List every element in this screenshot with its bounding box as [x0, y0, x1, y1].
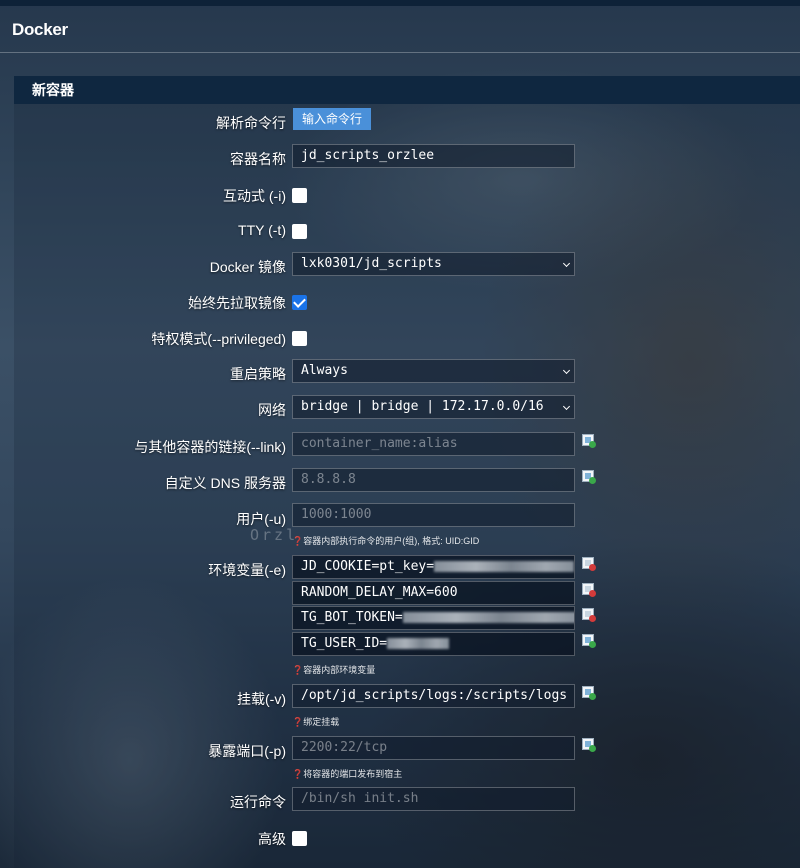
- header-divider: [0, 52, 800, 53]
- dns-label: 自定义 DNS 服务器: [164, 475, 286, 491]
- redacted-value: [434, 561, 574, 572]
- image-select[interactable]: lxk0301/jd_scripts: [292, 252, 575, 276]
- watermark: Orzl: [250, 526, 299, 544]
- volume-label: 挂载(-v): [237, 691, 286, 707]
- link-label: 与其他容器的链接(--link): [134, 439, 286, 455]
- user-hint: ❓容器内部执行命令的用户(组), 格式: UID:GID: [292, 536, 480, 546]
- container-name-label: 容器名称: [230, 151, 286, 167]
- env-input[interactable]: JD_COOKIE=pt_key=: [292, 555, 575, 579]
- remove-env-icon[interactable]: [582, 583, 596, 597]
- privileged-checkbox[interactable]: [292, 331, 307, 346]
- interactive-label: 互动式 (-i): [223, 188, 286, 204]
- chevron-down-icon: [562, 402, 571, 411]
- command-label: 运行命令: [230, 794, 286, 810]
- chevron-down-icon: [562, 366, 571, 375]
- volume-input[interactable]: /opt/jd_scripts/logs:/scripts/logs: [292, 684, 575, 708]
- user-input[interactable]: 1000:1000: [292, 503, 575, 527]
- add-env-icon[interactable]: [582, 634, 596, 648]
- app-title: Docker: [12, 20, 68, 39]
- env-value: RANDOM_DELAY_MAX=600: [301, 585, 458, 600]
- env-value: TG_BOT_TOKEN=: [301, 610, 403, 625]
- ports-input[interactable]: 2200:22/tcp: [292, 736, 575, 760]
- dns-input[interactable]: 8.8.8.8: [292, 468, 575, 492]
- section-title: 新容器: [14, 76, 800, 104]
- network-select-value: bridge | bridge | 172.17.0.0/16: [301, 399, 544, 414]
- tty-checkbox[interactable]: [292, 224, 307, 239]
- redacted-value: [387, 638, 450, 649]
- redacted-value: [402, 612, 574, 623]
- tty-label: TTY (-t): [238, 222, 286, 238]
- add-volume-icon[interactable]: [582, 686, 596, 700]
- interactive-checkbox[interactable]: [292, 188, 307, 203]
- parse-command-label: 解析命令行: [216, 115, 286, 131]
- ports-hint: ❓将容器的端口发布到宿主: [292, 769, 403, 779]
- env-hint: ❓容器内部环境变量: [292, 665, 376, 675]
- restart-policy-value: Always: [301, 363, 348, 378]
- top-bar: [0, 0, 800, 6]
- remove-env-icon[interactable]: [582, 608, 596, 622]
- restart-policy-select[interactable]: Always: [292, 359, 575, 383]
- remove-env-icon[interactable]: [582, 557, 596, 571]
- advanced-label: 高级: [258, 831, 286, 847]
- image-select-value: lxk0301/jd_scripts: [301, 256, 442, 271]
- enter-command-button[interactable]: 输入命令行: [293, 108, 371, 130]
- command-input[interactable]: /bin/sh init.sh: [292, 787, 575, 811]
- add-link-icon[interactable]: [582, 434, 596, 448]
- add-port-icon[interactable]: [582, 738, 596, 752]
- always-pull-label: 始终先拉取镜像: [188, 295, 286, 311]
- advanced-checkbox[interactable]: [292, 831, 307, 846]
- always-pull-checkbox[interactable]: [292, 295, 307, 310]
- env-value: JD_COOKIE=pt_key=: [301, 559, 435, 574]
- ports-label: 暴露端口(-p): [208, 743, 286, 759]
- env-input[interactable]: RANDOM_DELAY_MAX=600: [292, 581, 575, 605]
- env-input[interactable]: TG_BOT_TOKEN=: [292, 606, 575, 630]
- link-input[interactable]: container_name:alias: [292, 432, 575, 456]
- add-dns-icon[interactable]: [582, 470, 596, 484]
- env-label: 环境变量(-e): [208, 562, 286, 578]
- env-value: TG_USER_ID=: [301, 636, 388, 651]
- volume-hint: ❓绑定挂载: [292, 717, 340, 727]
- chevron-down-icon: [562, 259, 571, 268]
- image-label: Docker 镜像: [209, 259, 286, 275]
- restart-policy-label: 重启策略: [230, 366, 286, 382]
- env-input[interactable]: TG_USER_ID=: [292, 632, 575, 656]
- container-name-input[interactable]: jd_scripts_orzlee: [292, 144, 575, 168]
- network-select[interactable]: bridge | bridge | 172.17.0.0/16: [292, 395, 575, 419]
- privileged-label: 特权模式(--privileged): [151, 331, 286, 347]
- network-label: 网络: [258, 402, 286, 418]
